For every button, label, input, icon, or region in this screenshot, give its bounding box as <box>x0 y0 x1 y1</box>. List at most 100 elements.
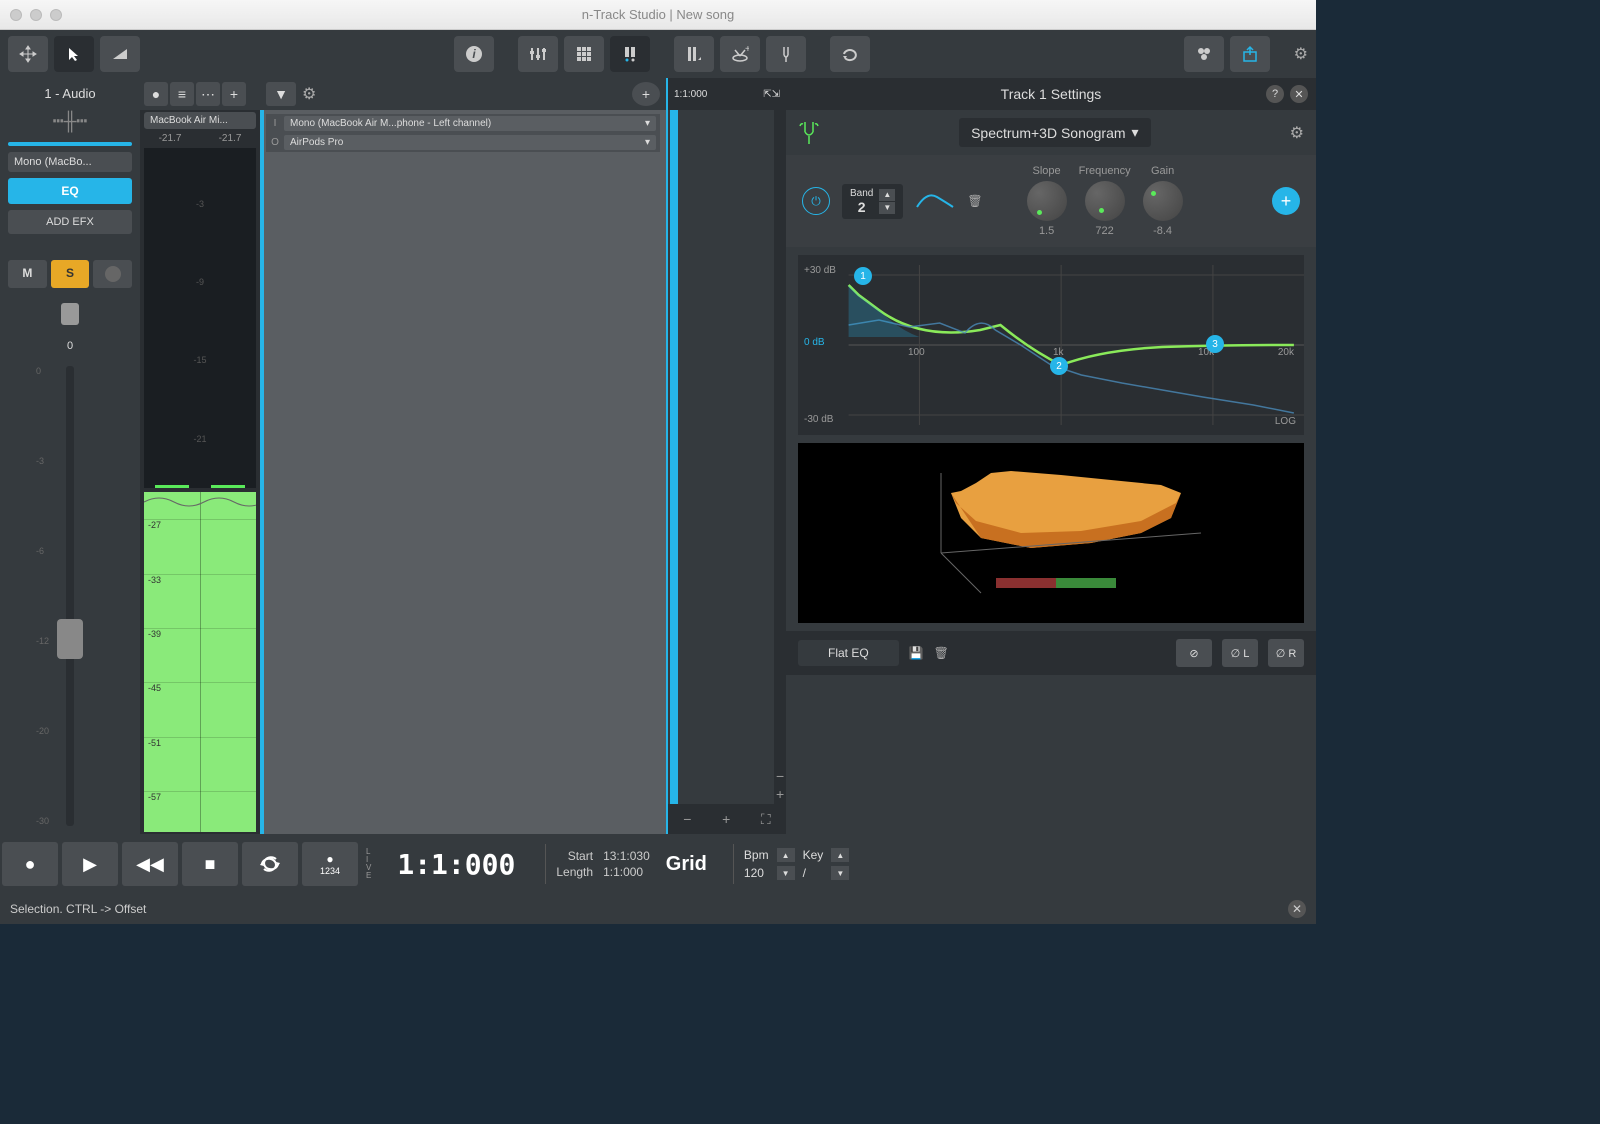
info-button[interactable]: i <box>454 36 494 72</box>
help-icon[interactable]: ? <box>1266 85 1284 103</box>
sonogram-3d[interactable] <box>798 443 1304 623</box>
meter-input-name[interactable]: MacBook Air Mi... <box>144 112 256 129</box>
delete-preset-icon[interactable]: 🗑 <box>934 646 949 660</box>
fader-thumb[interactable] <box>57 619 83 659</box>
record-arm-icon[interactable]: ● <box>144 82 168 106</box>
stop-button[interactable]: ■ <box>182 842 238 886</box>
mute-button[interactable]: M <box>8 260 47 288</box>
volume-fader[interactable]: 0 -3 -6 -12 -20 -30 <box>8 366 132 826</box>
main-area: 1 - Audio ┅╫┅ Mono (MacBo... EQ ADD EFX … <box>0 78 1316 834</box>
slope-knob[interactable] <box>1027 181 1067 221</box>
window-title: n-Track Studio | New song <box>582 7 734 22</box>
add-band-button[interactable]: + <box>1272 187 1300 215</box>
list-icon[interactable]: ≡ <box>170 82 194 106</box>
pan-value: 0 <box>8 340 132 352</box>
bpm-down[interactable]: ▼ <box>777 866 795 880</box>
loop-toggle-button[interactable] <box>242 842 298 886</box>
add-icon[interactable]: + <box>222 82 246 106</box>
eq-power-button[interactable]: ⏻ <box>802 187 830 215</box>
output-routing-dropdown[interactable]: AirPods Pro▾ <box>284 135 656 150</box>
tuning-fork-icon[interactable] <box>798 120 820 146</box>
meter-panel: ● ≡ ⋯ + MacBook Air Mi... -21.7-21.7 -3 … <box>140 78 260 834</box>
tuner-button[interactable] <box>766 36 806 72</box>
v-zoom-in[interactable]: + <box>776 786 784 802</box>
frequency-knob[interactable] <box>1085 181 1125 221</box>
band-up[interactable]: ▲ <box>879 189 895 201</box>
phase-l-button[interactable]: ∅ L <box>1222 639 1258 667</box>
key-down[interactable]: ▼ <box>831 866 849 880</box>
input-dropdown[interactable]: Mono (MacBo... <box>8 152 132 172</box>
eq-settings-icon[interactable]: ⚙ <box>1290 123 1304 143</box>
fullscreen-icon[interactable]: ⛶ <box>761 811 771 828</box>
eq-point-3[interactable]: 3 <box>1206 335 1224 353</box>
filter-icon[interactable]: ▼ <box>266 82 296 106</box>
add-track-icon[interactable]: + <box>632 82 660 106</box>
length-value[interactable]: 1:1:000 <box>603 865 650 879</box>
piano-roll-button[interactable] <box>674 36 714 72</box>
bpm-up[interactable]: ▲ <box>777 848 795 862</box>
delete-band-icon[interactable]: 🗑 <box>967 194 982 208</box>
move-tool[interactable] <box>8 36 48 72</box>
loop-button[interactable] <box>830 36 870 72</box>
time-display[interactable]: 1:1:000 <box>377 848 535 881</box>
track-name[interactable]: 1 - Audio <box>8 86 132 101</box>
visualization-mode-dropdown[interactable]: Spectrum+3D Sonogram▾ <box>959 118 1151 147</box>
v-zoom-out[interactable]: − <box>776 768 784 784</box>
start-value[interactable]: 13:1:030 <box>603 849 650 863</box>
eq-point-1[interactable]: 1 <box>854 267 872 285</box>
routing-box: I Mono (MacBook Air M...phone - Left cha… <box>266 114 660 152</box>
cursor-tool[interactable] <box>54 36 94 72</box>
save-preset-icon[interactable]: 💾 <box>909 646 924 660</box>
band-selector[interactable]: Band2 ▲▼ <box>842 184 903 219</box>
close-icon[interactable]: ✕ <box>1290 85 1308 103</box>
arm-button[interactable] <box>93 260 132 288</box>
eq-controls: ⏻ Band2 ▲▼ 🗑 Slope 1.5 Frequency 722 Gai… <box>786 155 1316 247</box>
key-up[interactable]: ▲ <box>831 848 849 862</box>
filter-curve-icon[interactable] <box>915 189 955 213</box>
input-routing-dropdown[interactable]: Mono (MacBook Air M...phone - Left chann… <box>284 116 656 131</box>
flat-eq-dropdown[interactable]: Flat EQ <box>798 640 899 666</box>
band-down[interactable]: ▼ <box>879 202 895 214</box>
playhead[interactable] <box>670 110 678 804</box>
mixer-button[interactable] <box>518 36 558 72</box>
more-icon[interactable]: ⋯ <box>196 82 220 106</box>
maximize-window[interactable] <box>50 9 62 21</box>
play-button[interactable]: ▶ <box>62 842 118 886</box>
fade-tool[interactable] <box>100 36 140 72</box>
status-close-icon[interactable]: ✕ <box>1288 900 1306 918</box>
expand-icon[interactable]: ⇱⇲ <box>763 89 780 100</box>
bpm-value[interactable]: 120 <box>744 866 769 880</box>
zoom-in-icon[interactable]: + <box>722 811 730 827</box>
grid-view-button[interactable] <box>564 36 604 72</box>
pan-slider[interactable] <box>8 294 132 334</box>
key-value[interactable]: / <box>803 866 824 880</box>
phase-invert-button[interactable]: ⊘ <box>1176 639 1212 667</box>
grid-label[interactable]: Grid <box>650 853 723 876</box>
track-channel-strip: 1 - Audio ┅╫┅ Mono (MacBo... EQ ADD EFX … <box>0 78 140 834</box>
solo-button[interactable]: S <box>51 260 90 288</box>
minimize-window[interactable] <box>30 9 42 21</box>
plugins-button[interactable] <box>1184 36 1224 72</box>
phase-r-button[interactable]: ∅ R <box>1268 639 1304 667</box>
statusbar: Selection. CTRL -> Offset ✕ <box>0 894 1316 924</box>
window-controls <box>10 9 62 21</box>
zoom-out-icon[interactable]: − <box>683 811 691 827</box>
rewind-button[interactable]: ◀◀ <box>122 842 178 886</box>
settings-icon[interactable]: ⚙ <box>1294 44 1308 64</box>
share-button[interactable] <box>1230 36 1270 72</box>
eq-graph[interactable]: +30 dB 0 dB -30 dB 100 1k 10k 20k LOG 1 … <box>798 255 1304 435</box>
metronome-button[interactable]: ●1234 <box>302 842 358 886</box>
drums-button[interactable]: + <box>720 36 760 72</box>
titlebar: n-Track Studio | New song <box>0 0 1316 30</box>
add-efx-button[interactable]: ADD EFX <box>8 210 132 234</box>
close-window[interactable] <box>10 9 22 21</box>
track-view-button[interactable] <box>610 36 650 72</box>
status-text: Selection. CTRL -> Offset <box>10 902 146 916</box>
eq-button[interactable]: EQ <box>8 178 132 204</box>
waveform-clip[interactable]: -27 -33 -39 -45 -51 -57 <box>144 492 256 832</box>
gain-knob[interactable] <box>1143 181 1183 221</box>
arrange-settings-icon[interactable]: ⚙ <box>302 84 316 104</box>
eq-point-2[interactable]: 2 <box>1050 357 1068 375</box>
mute-solo-row: M S <box>8 260 132 288</box>
record-button[interactable]: ● <box>2 842 58 886</box>
